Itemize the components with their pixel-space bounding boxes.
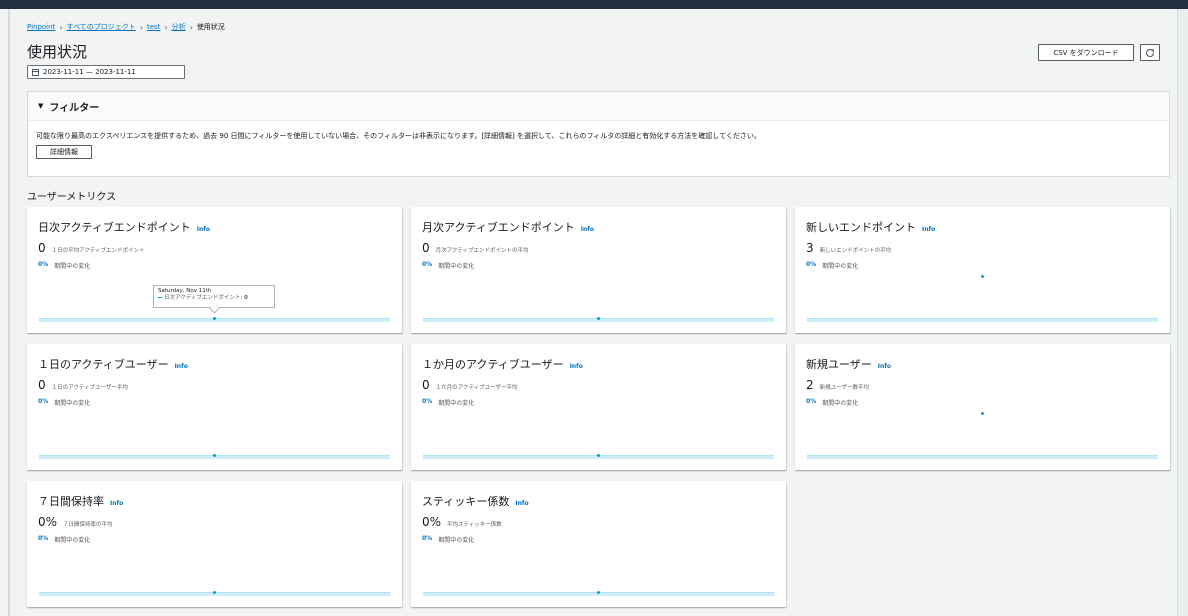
card-title: スティッキー係数 <box>422 495 510 508</box>
date-range-picker[interactable]: 2023-11-11 — 2023-11-11 <box>27 65 185 79</box>
info-link[interactable]: Info <box>197 226 210 233</box>
change-percent: 0% <box>38 535 49 542</box>
breadcrumb-link-all-projects[interactable]: すべてのプロジェクト <box>67 22 136 32</box>
change-percent: 0% <box>806 398 817 405</box>
date-range-value: 2023-11-11 — 2023-11-11 <box>43 68 136 76</box>
caret-down-icon: ▼ <box>38 102 44 110</box>
change-percent: 0% <box>38 398 49 405</box>
change-label: 期間中の変化 <box>54 263 91 270</box>
chevron-right-icon: › <box>189 22 193 32</box>
card-value-subtitle: １日のアクティブユーザー平均 <box>51 385 128 391</box>
change-label: 期間中の変化 <box>438 537 475 544</box>
refresh-icon <box>1146 48 1155 57</box>
download-csv-button[interactable]: CSV をダウンロード <box>1038 44 1134 61</box>
breadcrumb-link-pinpoint[interactable]: Pinpoint <box>27 23 55 31</box>
card-title: １日のアクティブユーザー <box>38 358 169 371</box>
details-button[interactable]: 詳細情報 <box>36 145 92 159</box>
card-value: 0 <box>422 241 430 255</box>
tooltip-date: Saturday, Nov 11th <box>158 288 212 294</box>
series-line-icon <box>158 297 162 298</box>
chevron-right-icon: › <box>164 22 168 32</box>
card-value-subtitle: 新規ユーザー数平均 <box>819 385 870 391</box>
filter-heading: フィルター <box>49 102 100 114</box>
info-link[interactable]: Info <box>175 363 188 370</box>
page-title: 使用状況 <box>27 43 88 61</box>
chart-tooltip: Saturday, Nov 11th 日次アクティブエンドポイント: 0 <box>153 285 275 308</box>
chart-data-point[interactable] <box>213 591 216 594</box>
chart-data-point[interactable] <box>597 317 600 320</box>
change-percent: 0% <box>38 261 49 268</box>
info-link[interactable]: Info <box>110 500 123 507</box>
side-navigation-edge[interactable] <box>8 9 10 616</box>
change-percent: 0% <box>422 398 433 405</box>
chart-data-point[interactable] <box>213 317 216 320</box>
change-percent: 0% <box>806 261 817 268</box>
card-title: 月次アクティブエンドポイント <box>422 221 575 234</box>
change-label: 期間中の変化 <box>54 537 91 544</box>
metric-card-7-day-retention: ７日間保持率 Info 0% ７日間保持率の平均 0% 期間中の変化 <box>27 481 402 607</box>
breadcrumb-current: 使用状況 <box>196 23 225 31</box>
card-value-subtitle: 月次アクティブエンドポイントの平均 <box>435 248 529 254</box>
chevron-right-icon: › <box>59 22 63 32</box>
card-value-subtitle: 平均スティッキー係数 <box>447 522 502 528</box>
info-link[interactable]: Info <box>515 500 528 507</box>
card-value-subtitle: 新しいエンドポイントの平均 <box>819 248 892 254</box>
info-link[interactable]: Info <box>581 226 594 233</box>
change-percent: 0% <box>422 535 433 542</box>
filter-panel: ▼ フィルター 可能な限り最高のエクスペリエンスを提供するため、過去 90 日間… <box>27 91 1170 177</box>
card-value: 0 <box>38 241 46 255</box>
card-title: 日次アクティブエンドポイント <box>38 221 191 234</box>
card-value-subtitle: ７日間保持率の平均 <box>63 522 113 528</box>
chart-area[interactable] <box>807 318 1158 322</box>
top-bar <box>0 0 1188 9</box>
chevron-right-icon: › <box>139 22 143 32</box>
info-link[interactable]: Info <box>878 363 891 370</box>
change-label: 期間中の変化 <box>54 400 91 407</box>
card-value: 0 <box>38 378 46 392</box>
filter-description: 可能な限り最高のエクスペリエンスを提供するため、過去 90 日間にフィルターを使… <box>36 132 761 140</box>
refresh-button[interactable] <box>1140 44 1160 61</box>
chart-data-point[interactable] <box>981 275 984 278</box>
card-title: 新しいエンドポイント <box>806 221 916 234</box>
main-content: Pinpoint › すべてのプロジェクト › test › 分析 › 使用状況… <box>25 9 1170 616</box>
card-value: 0% <box>38 515 58 529</box>
chart-data-point[interactable] <box>213 454 216 457</box>
change-label: 期間中の変化 <box>438 400 475 407</box>
card-value: 3 <box>806 241 814 255</box>
metric-card-new-endpoints: 新しいエンドポイント Info 3 新しいエンドポイントの平均 0% 期間中の変化 <box>795 207 1170 333</box>
breadcrumb: Pinpoint › すべてのプロジェクト › test › 分析 › 使用状況 <box>27 22 225 32</box>
card-title: ７日間保持率 <box>38 495 104 508</box>
card-title: 新規ユーザー <box>806 358 872 371</box>
tooltip-value: 0 <box>244 295 248 301</box>
card-value: 0% <box>422 515 442 529</box>
change-label: 期間中の変化 <box>822 400 859 407</box>
filter-panel-header[interactable]: ▼ フィルター <box>28 92 1169 121</box>
card-value: 0 <box>422 378 430 392</box>
calendar-icon <box>32 68 39 76</box>
chart-data-point[interactable] <box>981 412 984 415</box>
card-value: 2 <box>806 378 814 392</box>
change-label: 期間中の変化 <box>438 263 475 270</box>
breadcrumb-link-analytics[interactable]: 分析 <box>172 22 186 32</box>
metric-card-monthly-active-users: １か月のアクティブユーザー Info 0 １か月のアクティブユーザー平均 0% 期間中… <box>411 344 786 470</box>
metric-card-new-users: 新規ユーザー Info 2 新規ユーザー数平均 0% 期間中の変化 <box>795 344 1170 470</box>
breadcrumb-link-test[interactable]: test <box>147 23 160 31</box>
chart-area[interactable] <box>807 455 1158 459</box>
info-link[interactable]: Info <box>570 363 583 370</box>
card-value-subtitle: １日の平均アクティブエンドポイント <box>51 248 145 254</box>
change-label: 期間中の変化 <box>822 263 859 270</box>
metric-card-daily-active-users: １日のアクティブユーザー Info 0 １日のアクティブユーザー平均 0% 期間中の変… <box>27 344 402 470</box>
info-link[interactable]: Info <box>922 226 935 233</box>
metric-card-daily-active-endpoints: 日次アクティブエンドポイント Info 0 １日の平均アクティブエンドポイント 0%… <box>27 207 402 333</box>
section-title: ユーザーメトリクス <box>27 192 117 203</box>
chart-data-point[interactable] <box>597 591 600 594</box>
card-value-subtitle: １か月のアクティブユーザー平均 <box>435 385 518 391</box>
chart-data-point[interactable] <box>597 454 600 457</box>
metric-card-sticky-factor: スティッキー係数 Info 0% 平均スティッキー係数 0% 期間中の変化 <box>411 481 786 607</box>
card-title: １か月のアクティブユーザー <box>422 358 564 371</box>
tooltip-series: 日次アクティブエンドポイント <box>164 295 241 301</box>
metric-card-monthly-active-endpoints: 月次アクティブエンドポイント Info 0 月次アクティブエンドポイントの平均 0%… <box>411 207 786 333</box>
change-percent: 0% <box>422 261 433 268</box>
scrollbar[interactable] <box>1177 9 1188 616</box>
